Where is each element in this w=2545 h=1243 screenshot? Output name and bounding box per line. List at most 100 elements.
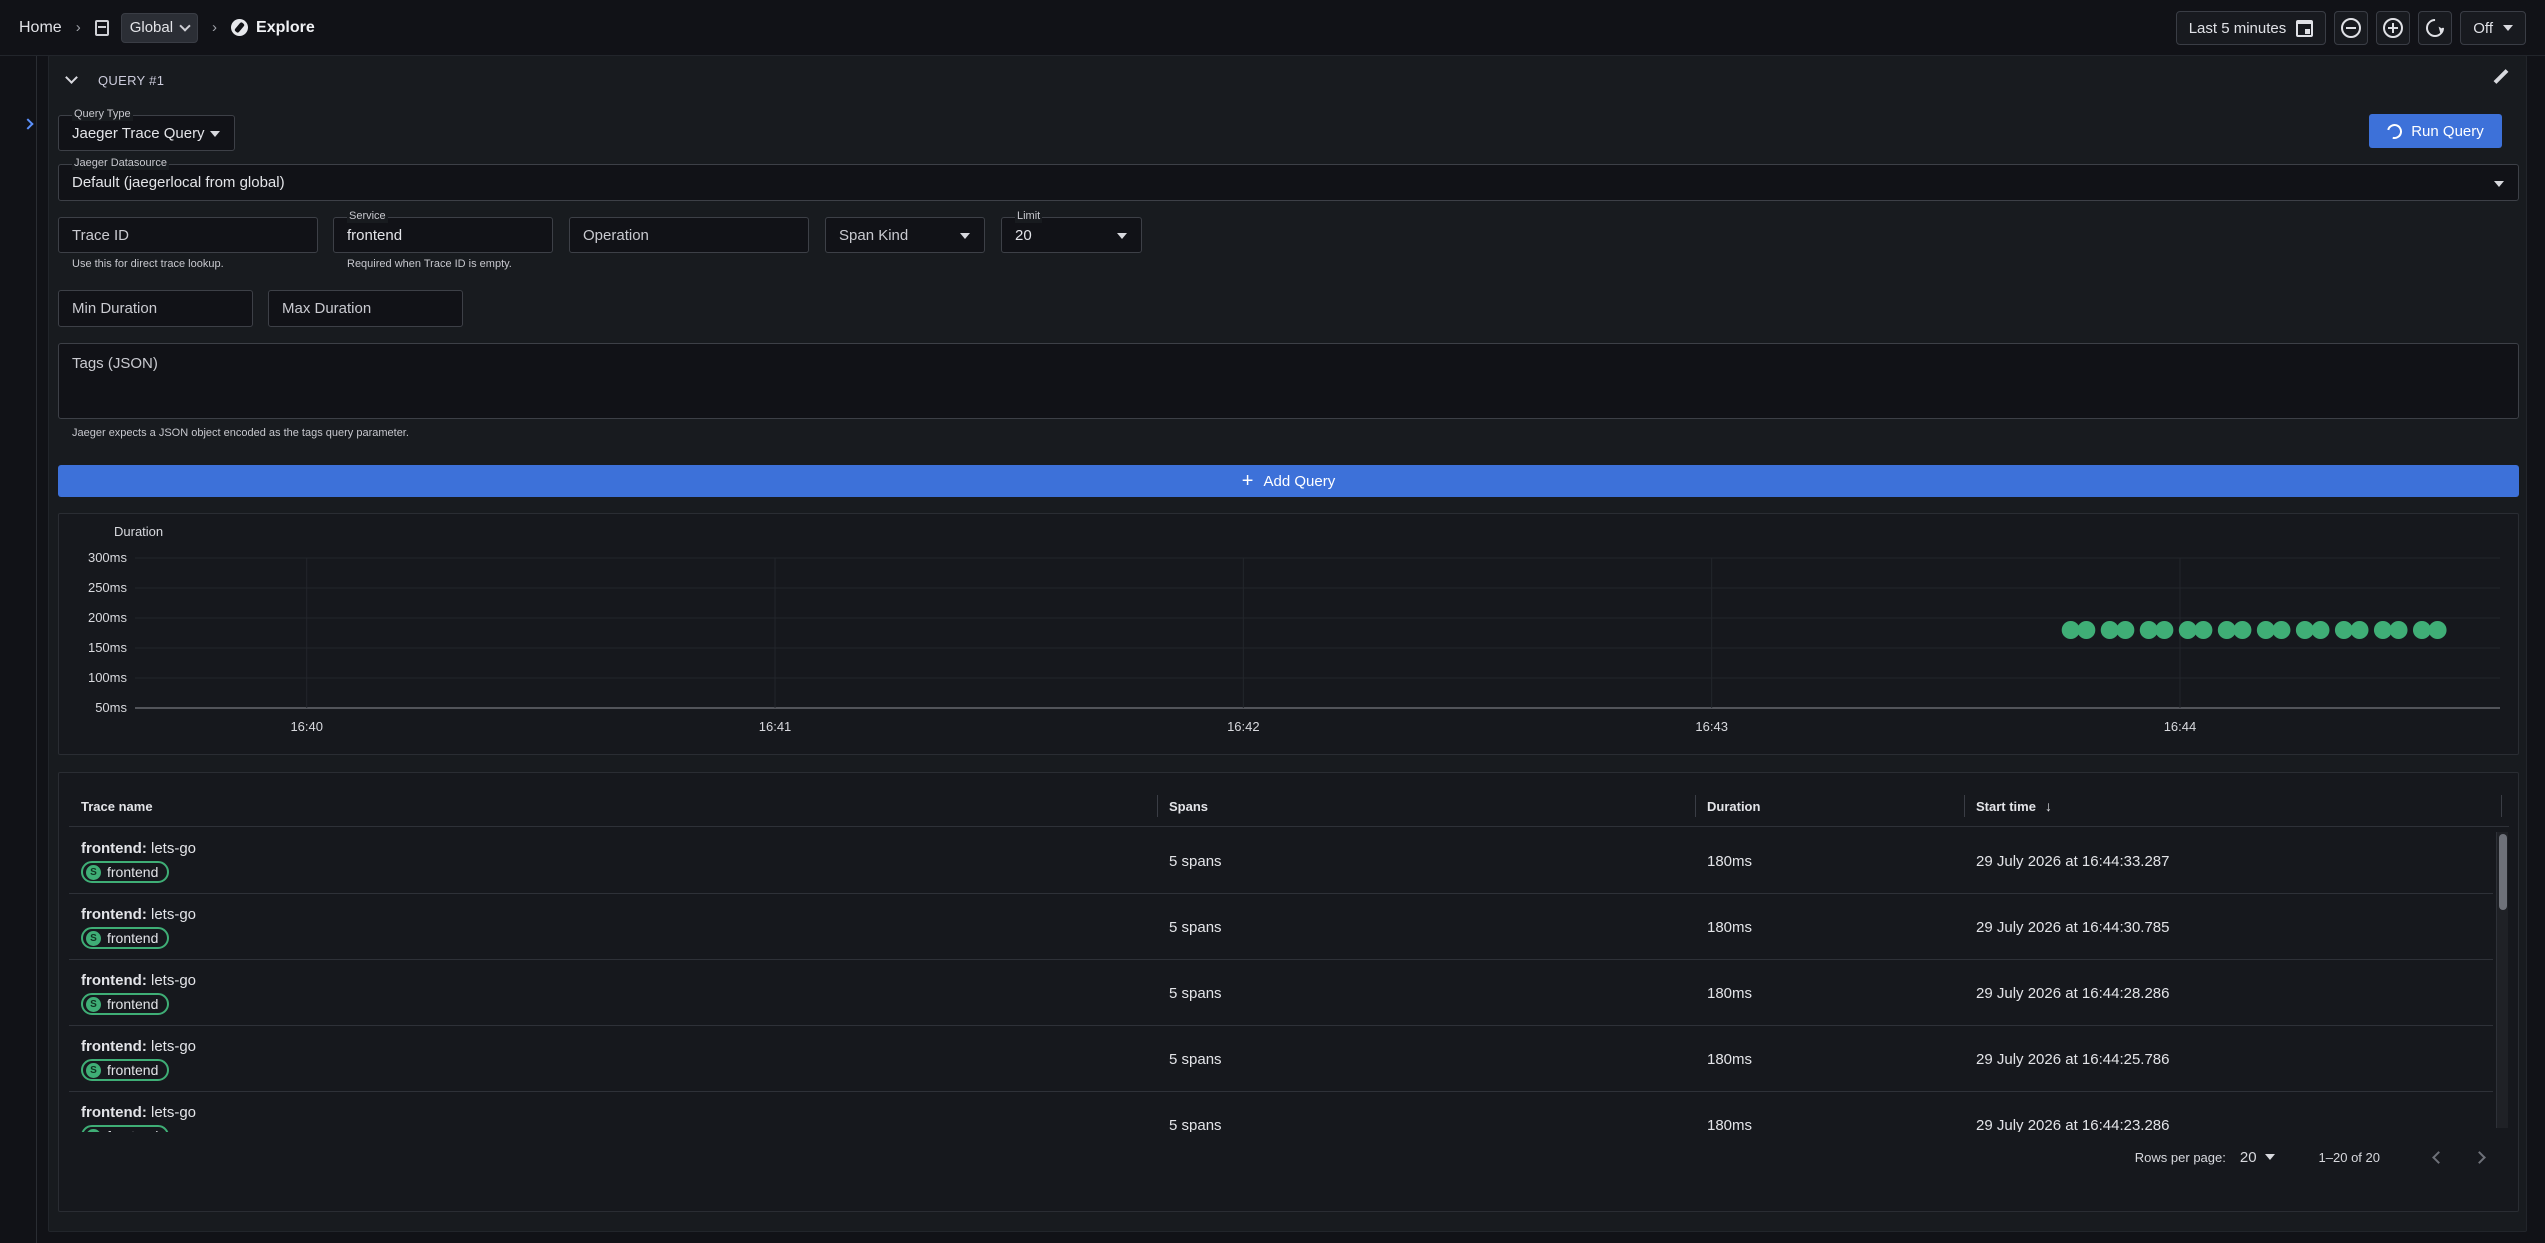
- calendar-icon: [2296, 19, 2314, 37]
- chart-point: [2155, 621, 2174, 639]
- start-time-cell: 29 July 2026 at 16:44:28.286: [1976, 984, 2170, 1002]
- max-duration-input[interactable]: Max Duration: [268, 290, 463, 327]
- trace-service: frontend:: [81, 906, 147, 923]
- chart-y-tick-label: 150ms: [88, 640, 128, 655]
- caret-down-icon: [2503, 25, 2513, 31]
- table-row[interactable]: frontend: lets-go Sfrontend 5 spans 180ms 29…: [69, 960, 2493, 1026]
- previous-page-icon[interactable]: [2432, 1150, 2445, 1164]
- trace-id-input[interactable]: Trace ID: [58, 217, 318, 253]
- service-badge: Sfrontend: [81, 861, 170, 883]
- query-panel: QUERY #1 Query Type Jaeger Trace Query R…: [48, 55, 2527, 1232]
- sort-descending-icon: ↓: [2044, 798, 2052, 814]
- scope-select[interactable]: Global: [120, 12, 199, 43]
- table-scrollbar[interactable]: [2496, 832, 2508, 1128]
- duration-scatter-plot: Duration 50ms 100ms 150ms 200ms 250ms 300ms 1…: [88, 524, 2500, 734]
- caret-down-icon: [960, 233, 970, 239]
- limit-value: 20: [1015, 226, 1032, 244]
- refresh-button[interactable]: [2418, 11, 2453, 45]
- add-query-label: Add Query: [1263, 472, 1336, 490]
- expand-sidebar-icon[interactable]: [22, 118, 34, 130]
- chart-point: [2373, 621, 2392, 639]
- caret-down-icon: [2264, 1154, 2275, 1160]
- span-kind-select[interactable]: Span Kind: [825, 217, 985, 253]
- zoom-in-icon: [2383, 18, 2404, 38]
- trace-name: frontend: lets-go: [81, 1038, 196, 1055]
- refresh-icon: [2422, 15, 2448, 41]
- table-row[interactable]: frontend: lets-go Sfrontend 5 spans 180ms 29…: [69, 1092, 2493, 1132]
- rows-per-page-value: 20: [2239, 1148, 2257, 1166]
- run-query-button[interactable]: Run Query: [2369, 114, 2502, 148]
- service-helper: Required when Trace ID is empty.: [347, 258, 512, 270]
- zoom-in-button[interactable]: [2376, 11, 2411, 45]
- service-badge: Sfrontend: [81, 1125, 170, 1132]
- chart-point: [2100, 621, 2119, 639]
- trace-id-helper: Use this for direct trace lookup.: [72, 258, 224, 270]
- trace-operation: lets-go: [151, 972, 197, 989]
- rows-per-page-select[interactable]: 20: [2240, 1149, 2275, 1166]
- edit-icon[interactable]: [2492, 70, 2508, 86]
- query-type-select[interactable]: Query Type Jaeger Trace Query: [58, 107, 235, 151]
- table-row[interactable]: frontend: lets-go Sfrontend 5 spans 180ms 29…: [69, 894, 2493, 960]
- run-query-label: Run Query: [2411, 122, 2484, 140]
- trace-id-placeholder: Trace ID: [72, 226, 129, 244]
- datasource-select[interactable]: Jaeger Datasource Default (jaegerlocal f…: [58, 156, 2519, 201]
- trace-operation: lets-go: [151, 1104, 197, 1121]
- caret-down-icon: [210, 131, 220, 137]
- start-time-header-label: Start time: [1976, 798, 2036, 814]
- refresh-interval-select[interactable]: Off: [2460, 11, 2526, 45]
- table-row[interactable]: frontend: lets-go Sfrontend 5 spans 180ms 29…: [69, 1026, 2493, 1092]
- refresh-icon: [2384, 120, 2405, 142]
- min-duration-placeholder: Min Duration: [72, 300, 158, 317]
- chart-y-axis-label: Duration: [114, 524, 163, 539]
- caret-down-icon: [1117, 233, 1127, 239]
- side-rail: [0, 56, 46, 1243]
- time-range-picker[interactable]: Last 5 minutes: [2175, 11, 2327, 45]
- table-body: frontend: lets-go Sfrontend 5 spans 180ms 29…: [69, 828, 2509, 1132]
- breadcrumb-home[interactable]: Home: [19, 19, 62, 37]
- start-time-cell: 29 July 2026 at 16:44:25.786: [1976, 1050, 2170, 1068]
- start-time-cell: 29 July 2026 at 16:44:33.287: [1976, 852, 2170, 870]
- chart-point: [2077, 621, 2096, 639]
- service-icon: S: [86, 996, 101, 1012]
- chart-point: [2139, 621, 2158, 639]
- collapse-query-icon[interactable]: [65, 71, 78, 84]
- zoom-out-button[interactable]: [2334, 11, 2369, 45]
- operation-placeholder: Operation: [583, 226, 649, 244]
- add-query-button[interactable]: + Add Query: [58, 465, 2519, 497]
- chart-point: [2256, 621, 2275, 639]
- duration-cell: 180ms: [1707, 984, 1753, 1002]
- chart-point: [2272, 621, 2291, 639]
- service-badge-label: frontend: [107, 864, 159, 880]
- chart-point: [2389, 621, 2408, 639]
- min-duration-input[interactable]: Min Duration: [58, 290, 253, 327]
- trace-service: frontend:: [81, 972, 147, 989]
- chart-y-tick-label: 300ms: [88, 550, 128, 565]
- spans-cell: 5 spans: [1169, 918, 1222, 936]
- operation-input[interactable]: Operation: [569, 217, 809, 253]
- chart-y-tick-label: 100ms: [88, 670, 128, 685]
- limit-select[interactable]: Limit 20: [1001, 209, 1142, 253]
- trace-name: frontend: lets-go: [81, 840, 196, 857]
- refresh-interval-value: Off: [2473, 19, 2493, 37]
- service-badge-label: frontend: [107, 1128, 158, 1132]
- column-header-duration[interactable]: Duration: [1695, 785, 1760, 827]
- column-header-spans[interactable]: Spans: [1157, 785, 1208, 827]
- query-type-value: Jaeger Trace Query: [72, 124, 205, 142]
- column-header-trace-name[interactable]: Trace name: [69, 785, 153, 827]
- next-page-icon[interactable]: [2473, 1150, 2486, 1164]
- service-badge-label: frontend: [107, 930, 159, 946]
- service-icon: S: [86, 930, 101, 946]
- trace-name: frontend: lets-go: [81, 906, 196, 923]
- duration-cell: 180ms: [1707, 852, 1753, 870]
- chart-point: [2295, 621, 2314, 639]
- column-header-start-time[interactable]: Start time ↓: [1964, 785, 2052, 827]
- table-row[interactable]: frontend: lets-go Sfrontend 5 spans 180ms 29…: [69, 828, 2493, 894]
- service-input[interactable]: Service frontend: [333, 209, 553, 253]
- traces-table: Trace name Spans Duration Start time ↓ f…: [58, 772, 2519, 1212]
- scrollbar-thumb[interactable]: [2499, 834, 2507, 910]
- chart-point: [2116, 621, 2135, 639]
- chart-x-tick-label: 16:42: [1227, 719, 1260, 734]
- service-value: frontend: [347, 226, 403, 244]
- trace-operation: lets-go: [151, 1038, 197, 1055]
- tags-textarea[interactable]: Tags (JSON): [58, 343, 2519, 419]
